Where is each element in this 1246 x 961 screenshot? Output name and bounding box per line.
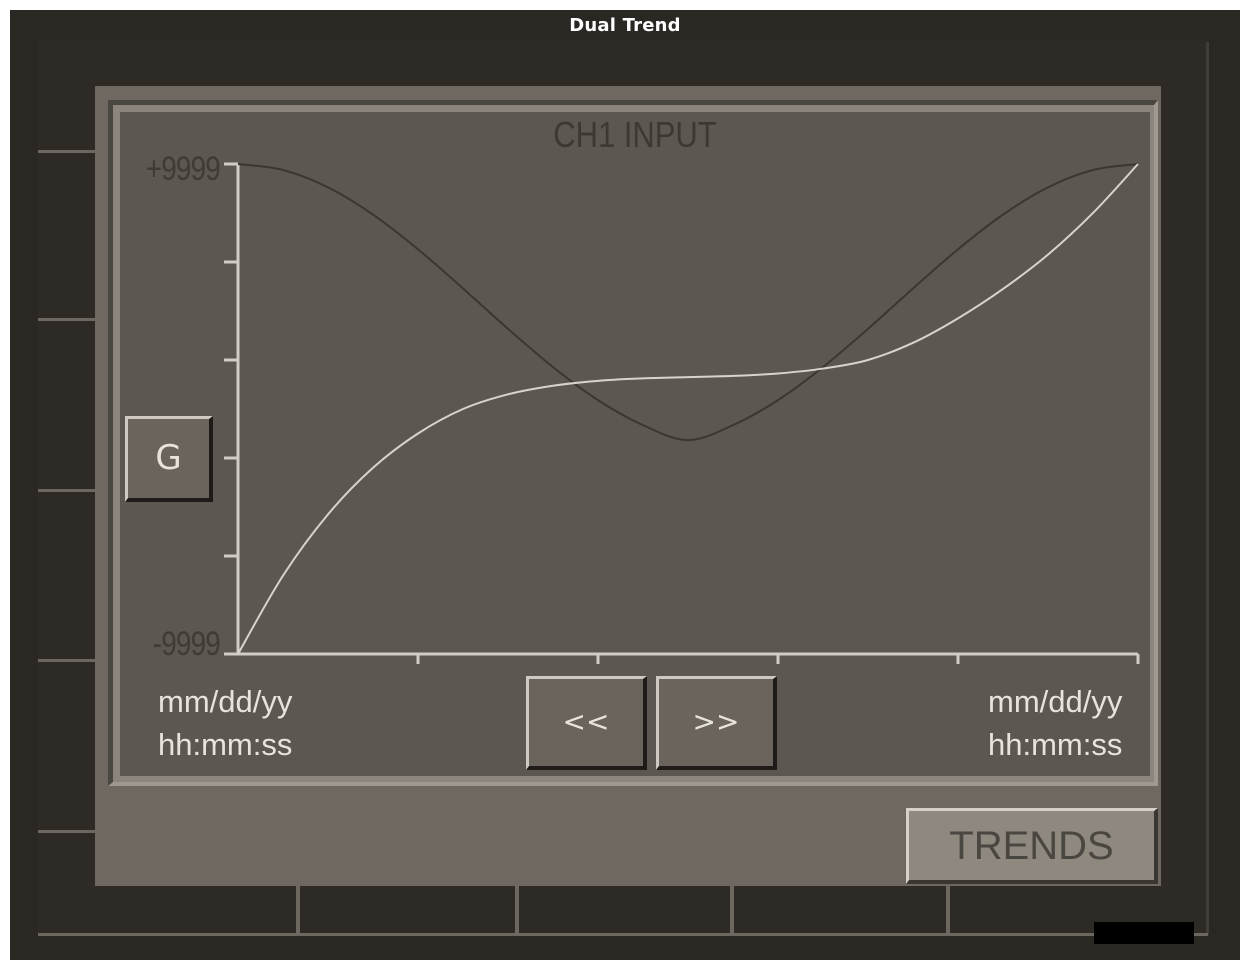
- end-time-label: hh:mm:ss: [988, 727, 1123, 762]
- y-min-label: -9999: [152, 625, 221, 663]
- trend-line-2: [237, 163, 1139, 655]
- y-max-label: +9999: [145, 150, 221, 188]
- end-date-label: mm/dd/yy: [988, 684, 1123, 719]
- chart-series: [237, 163, 1139, 655]
- trends-button[interactable]: TRENDS: [906, 808, 1158, 884]
- start-time-label: hh:mm:ss: [158, 727, 293, 762]
- scroll-back-button[interactable]: <<: [526, 676, 647, 770]
- trend-line-1: [237, 163, 1139, 442]
- scroll-forward-button[interactable]: >>: [656, 676, 777, 770]
- g-button[interactable]: G: [125, 416, 213, 502]
- chart-title: CH1 INPUT: [553, 114, 717, 155]
- start-date-label: mm/dd/yy: [158, 684, 293, 719]
- chart-axes: [224, 162, 1140, 664]
